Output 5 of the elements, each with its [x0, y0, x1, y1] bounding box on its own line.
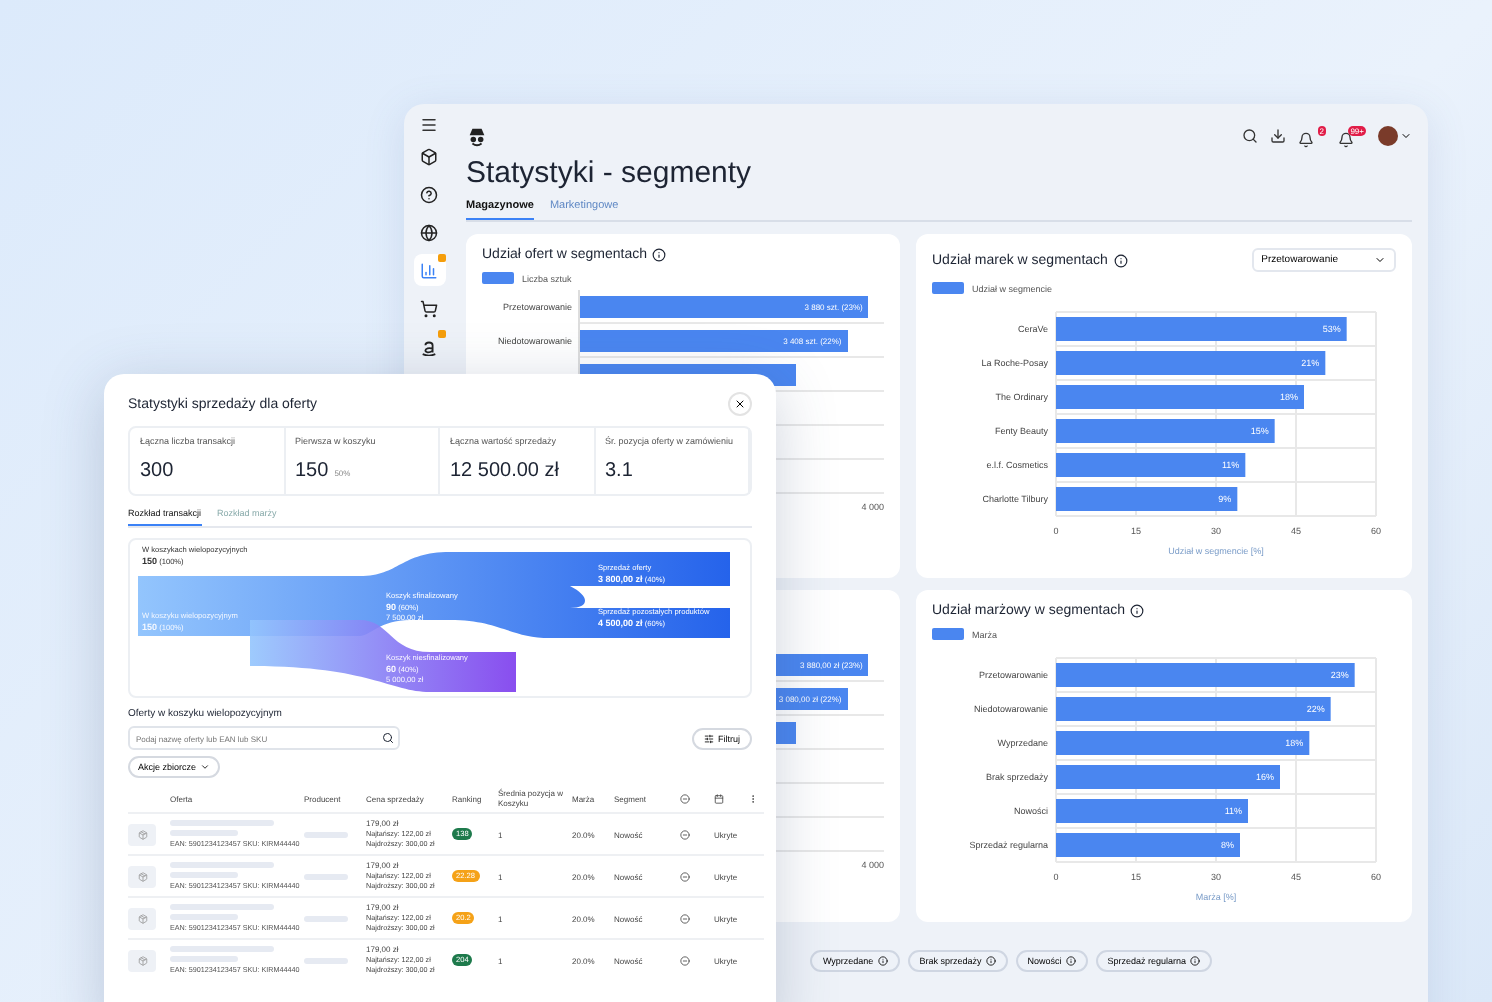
stat-value: 12 500.00 zł	[450, 460, 559, 482]
stat-value: 3.1	[605, 460, 633, 482]
stat-value: 300	[140, 460, 174, 482]
page-title: Statystyki - segmenty	[466, 156, 754, 190]
stat-value: 150	[295, 460, 329, 482]
